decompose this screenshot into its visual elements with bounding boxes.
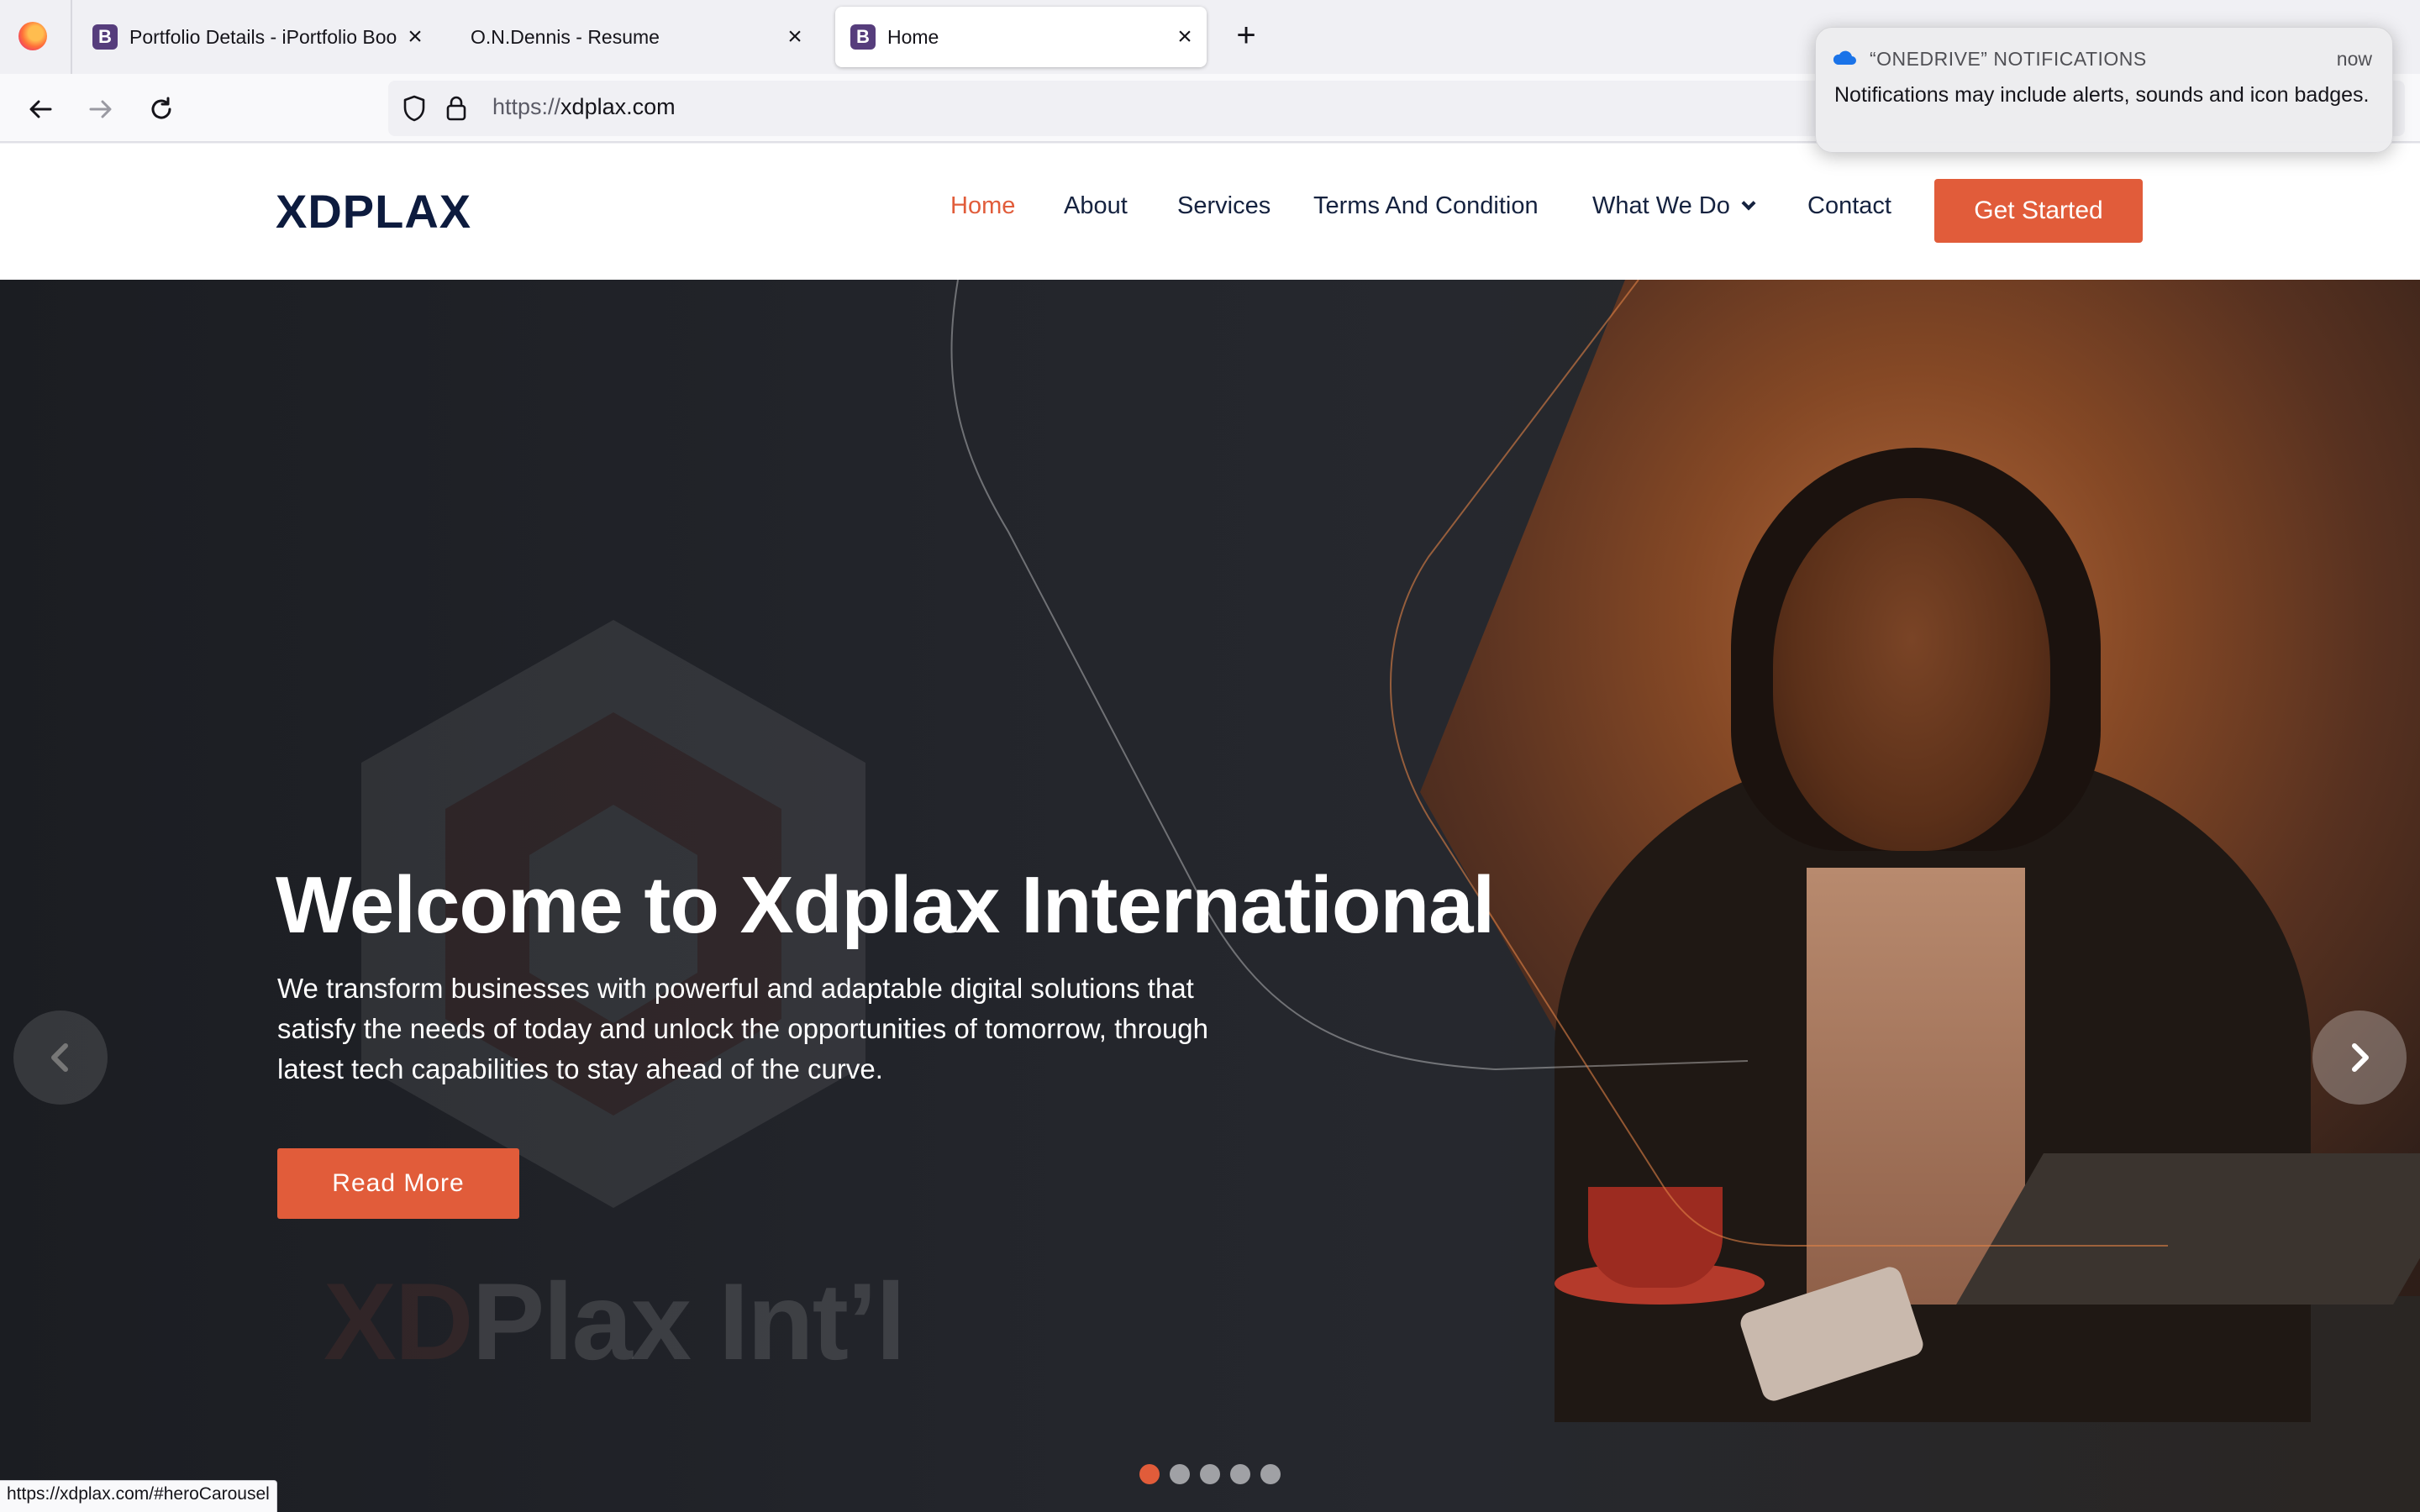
watermark-text: XDPlax Int’l (324, 1258, 907, 1384)
notification-time: now (2336, 48, 2372, 70)
chevron-right-icon (2352, 1043, 2369, 1072)
back-arrow-icon[interactable] (22, 91, 59, 128)
tab-home[interactable]: B Home × (835, 7, 1207, 67)
tab-label: Home (887, 25, 939, 48)
tab-divider (71, 0, 72, 74)
tab-label: O.N.Dennis - Resume (471, 25, 660, 48)
site-logo[interactable]: XDPLAX (276, 184, 471, 239)
nav-terms[interactable]: Terms And Condition (1313, 192, 1539, 220)
watermark-text-b: Plax Int’l (471, 1260, 907, 1383)
url-scheme: https:// (492, 94, 561, 119)
tab-resume[interactable]: O.N.Dennis - Resume × (454, 7, 823, 67)
carousel-prev-button[interactable] (13, 1011, 108, 1105)
cloud-icon (1833, 50, 1856, 65)
shield-icon[interactable] (400, 94, 429, 123)
nav-what-we-do-label: What We Do (1592, 192, 1730, 219)
url-host: xdplax.com (560, 94, 676, 119)
onedrive-notification[interactable]: “ONEDRIVE” NOTIFICATIONS now Notificatio… (1815, 27, 2393, 153)
status-bar-link: https://xdplax.com/#heroCarousel (0, 1480, 277, 1512)
nav-contact[interactable]: Contact (1807, 192, 1891, 220)
chevron-left-icon (51, 1043, 68, 1072)
nav-services[interactable]: Services (1177, 192, 1270, 220)
close-icon[interactable]: × (781, 23, 808, 50)
hero-title: Welcome to Xdplax International (276, 860, 1495, 950)
carousel-indicator-1[interactable] (1139, 1464, 1160, 1484)
carousel-indicators (1139, 1464, 1281, 1484)
hero-carousel: XDPlax Int’l Welcome to Xdplax Internati… (0, 280, 2420, 1512)
nav-what-we-do[interactable]: What We Do (1592, 192, 1756, 220)
nav-about[interactable]: About (1064, 192, 1128, 220)
notification-app-name: “ONEDRIVE” NOTIFICATIONS (1870, 48, 2147, 70)
firefox-icon[interactable] (18, 22, 47, 50)
hero-description: We transform businesses with powerful an… (277, 973, 1209, 1084)
reload-icon[interactable] (143, 91, 180, 128)
carousel-indicator-5[interactable] (1260, 1464, 1281, 1484)
tab-label: Portfolio Details - iPortfolio Boo (129, 25, 397, 48)
carousel-next-button[interactable] (2312, 1011, 2407, 1105)
forward-arrow-icon[interactable] (82, 91, 119, 128)
new-tab-plus-icon[interactable]: + (1228, 18, 1264, 54)
close-icon[interactable]: × (402, 23, 429, 50)
carousel-indicator-4[interactable] (1230, 1464, 1250, 1484)
chevron-down-icon (1741, 196, 1756, 211)
carousel-indicator-3[interactable] (1200, 1464, 1220, 1484)
nav-home[interactable]: Home (950, 192, 1015, 220)
bootstrap-icon: B (92, 24, 118, 50)
notification-body: Notifications may include alerts, sounds… (1834, 83, 2370, 107)
close-icon[interactable]: × (1171, 23, 1198, 50)
watermark-text-a: XD (324, 1260, 474, 1383)
carousel-indicator-2[interactable] (1170, 1464, 1190, 1484)
web-page: XDPLAX Home About Services Terms And Con… (0, 144, 2420, 1512)
get-started-button[interactable]: Get Started (1934, 179, 2143, 243)
hero-shape-outline (950, 280, 2168, 1247)
read-more-button[interactable]: Read More (277, 1148, 519, 1219)
lock-icon[interactable] (442, 94, 471, 123)
tab-portfolio-details[interactable]: B Portfolio Details - iPortfolio Boo × (84, 7, 437, 67)
site-header: XDPLAX Home About Services Terms And Con… (0, 144, 2420, 280)
bootstrap-icon: B (850, 24, 876, 50)
url-text[interactable]: https://xdplax.com (492, 94, 676, 120)
